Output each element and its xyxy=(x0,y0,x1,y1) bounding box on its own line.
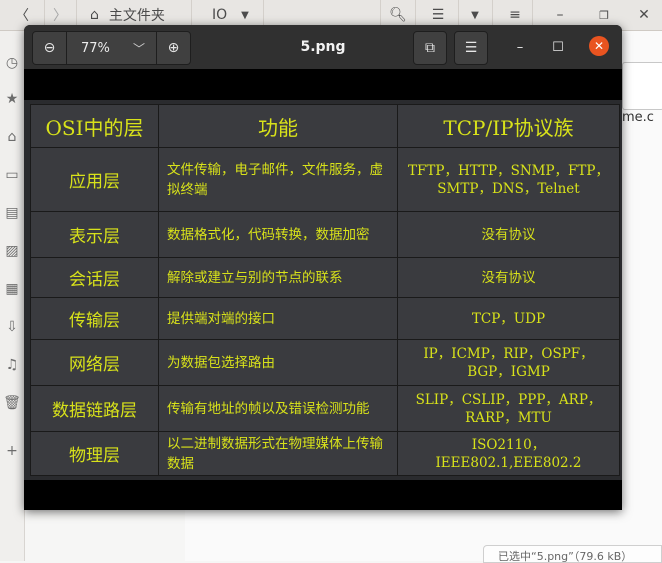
viewer-title: 5.png xyxy=(300,39,346,55)
osi-table: OSI中的层 功能 TCP/IP协议族 应用层 文件传输，电子邮件，文件服务，虚… xyxy=(30,104,620,476)
zoom-in-button[interactable]: ⊕ xyxy=(156,32,190,64)
function-cell: 文件传输，电子邮件，文件服务，虚拟终端 xyxy=(158,147,398,212)
zoom-level-value: 77% xyxy=(81,40,110,56)
layer-cell: 应用层 xyxy=(30,147,159,212)
path-home-label: 主文件夹 xyxy=(108,8,165,24)
dropdown-icon: ▼ xyxy=(471,9,479,21)
minimize-icon: – xyxy=(556,7,564,23)
status-bar: 已选中“5.png”（79.6 kB） xyxy=(483,545,662,563)
restore-icon: ❐ xyxy=(599,8,609,22)
table-row: 会话层 解除或建立与别的节点的联系 没有协议 xyxy=(30,257,620,298)
menu-icon: ≡ xyxy=(509,7,521,23)
header-protocols: TCP/IP协议族 xyxy=(397,104,620,148)
file-thumbnail[interactable] xyxy=(622,62,662,110)
function-cell: 传输有地址的帧以及错误检测功能 xyxy=(158,385,398,432)
zoom-level-select[interactable]: 77% ﹀ xyxy=(67,32,155,64)
viewer-minimize-button[interactable]: – xyxy=(510,37,530,57)
function-cell: 以二进制数据形式在物理媒体上传输数据 xyxy=(158,431,398,476)
home-icon: ⌂ xyxy=(90,7,99,23)
close-icon: ✕ xyxy=(638,7,650,23)
path-folder-label: IO xyxy=(212,7,228,23)
viewer-menu-button[interactable]: ☰ xyxy=(454,31,488,65)
table-row: 传输层 提供端对端的接口 TCP，UDP xyxy=(30,297,620,340)
recent-icon[interactable]: ◷ xyxy=(4,55,20,71)
close-button[interactable]: ✕ xyxy=(630,0,658,30)
zoom-out-button[interactable]: ⊖ xyxy=(33,32,67,64)
table-row: 表示层 数据格式化，代码转换，数据加密 没有协议 xyxy=(30,211,620,258)
protocol-cell: TFTP，HTTP，SNMP，FTP，SMTP，DNS，Telnet xyxy=(397,147,620,212)
layer-cell: 网络层 xyxy=(30,339,159,386)
protocol-cell: ISO2110，IEEE802.1,EEE802.2 xyxy=(397,431,620,476)
files-icon[interactable]: ▦ xyxy=(4,281,20,297)
pictures-icon[interactable]: ▨ xyxy=(4,243,20,259)
back-icon: 〈 xyxy=(15,8,29,24)
viewer-close-button[interactable]: ✕ xyxy=(589,36,609,56)
zoom-control: ⊖ 77% ﹀ ⊕ xyxy=(32,31,191,65)
forward-icon: 〉 xyxy=(53,8,67,24)
protocol-cell: 没有协议 xyxy=(397,211,620,258)
home-icon[interactable]: ⌂ xyxy=(4,129,20,145)
desktop-icon[interactable]: ▭ xyxy=(4,167,20,183)
search-icon: 🔍︎ xyxy=(389,7,407,23)
protocol-cell: SLIP，CSLIP，PPP，ARP，RARP，MTU xyxy=(397,385,620,432)
layer-cell: 数据链路层 xyxy=(30,385,159,432)
starred-icon[interactable]: ★ xyxy=(4,91,20,107)
table-row: 物理层 以二进制数据形式在物理媒体上传输数据 ISO2110，IEEE802.1… xyxy=(30,431,620,476)
hamburger-icon: ☰ xyxy=(464,40,478,56)
table-row: 数据链路层 传输有地址的帧以及错误检测功能 SLIP，CSLIP，PPP，ARP… xyxy=(30,385,620,432)
layer-cell: 表示层 xyxy=(30,211,159,258)
trash-icon[interactable]: 🗑︎ xyxy=(3,395,21,411)
table-row: 网络层 为数据包选择路由 IP，ICMP，RIP，OSPF，BGP，IGMP xyxy=(30,339,620,386)
downloads-icon[interactable]: ⇩ xyxy=(4,319,20,335)
add-location-icon[interactable]: + xyxy=(4,443,20,459)
image-viewer-window: ⊖ 77% ﹀ ⊕ 5.png ⧉ ☰ – ☐ ✕ OSI中的层 功能 TCP/… xyxy=(24,25,622,510)
fit-button[interactable]: ⧉ xyxy=(413,31,447,65)
file-name[interactable]: me.c xyxy=(622,110,654,125)
layer-cell: 会话层 xyxy=(30,257,159,298)
layer-cell: 传输层 xyxy=(30,297,159,340)
protocol-cell: TCP，UDP xyxy=(397,297,620,340)
zoom-in-icon: ⊕ xyxy=(167,40,180,56)
chevron-down-icon: ﹀ xyxy=(132,42,145,56)
header-function: 功能 xyxy=(158,104,398,148)
zoom-out-icon: ⊖ xyxy=(43,40,56,56)
protocol-cell: 没有协议 xyxy=(397,257,620,298)
maximize-icon: ☐ xyxy=(552,39,564,55)
documents-icon[interactable]: ▤ xyxy=(4,205,20,221)
viewer-header: ⊖ 77% ﹀ ⊕ 5.png ⧉ ☰ – ☐ ✕ xyxy=(24,25,622,69)
function-cell: 数据格式化，代码转换，数据加密 xyxy=(158,211,398,258)
list-view-icon: ☰ xyxy=(431,7,445,23)
minimize-icon: – xyxy=(516,39,524,55)
function-cell: 解除或建立与别的节点的联系 xyxy=(158,257,398,298)
dropdown-icon: ▼ xyxy=(241,9,249,21)
music-icon[interactable]: ♫ xyxy=(4,357,20,373)
sidebar: ◷ ★ ⌂ ▭ ▤ ▨ ▦ ⇩ ♫ 🗑︎ + xyxy=(0,31,25,561)
function-cell: 提供端对端的接口 xyxy=(158,297,398,340)
table-row: 应用层 文件传输，电子邮件，文件服务，虚拟终端 TFTP，HTTP，SNMP，F… xyxy=(30,147,620,212)
layer-cell: 物理层 xyxy=(30,431,159,476)
function-cell: 为数据包选择路由 xyxy=(158,339,398,386)
image-canvas[interactable]: OSI中的层 功能 TCP/IP协议族 应用层 文件传输，电子邮件，文件服务，虚… xyxy=(24,100,622,480)
viewer-maximize-button[interactable]: ☐ xyxy=(548,37,568,57)
header-layer: OSI中的层 xyxy=(30,104,159,148)
table-header-row: OSI中的层 功能 TCP/IP协议族 xyxy=(30,104,620,148)
protocol-cell: IP，ICMP，RIP，OSPF，BGP，IGMP xyxy=(397,339,620,386)
close-icon: ✕ xyxy=(593,39,605,53)
fit-icon: ⧉ xyxy=(425,40,435,56)
